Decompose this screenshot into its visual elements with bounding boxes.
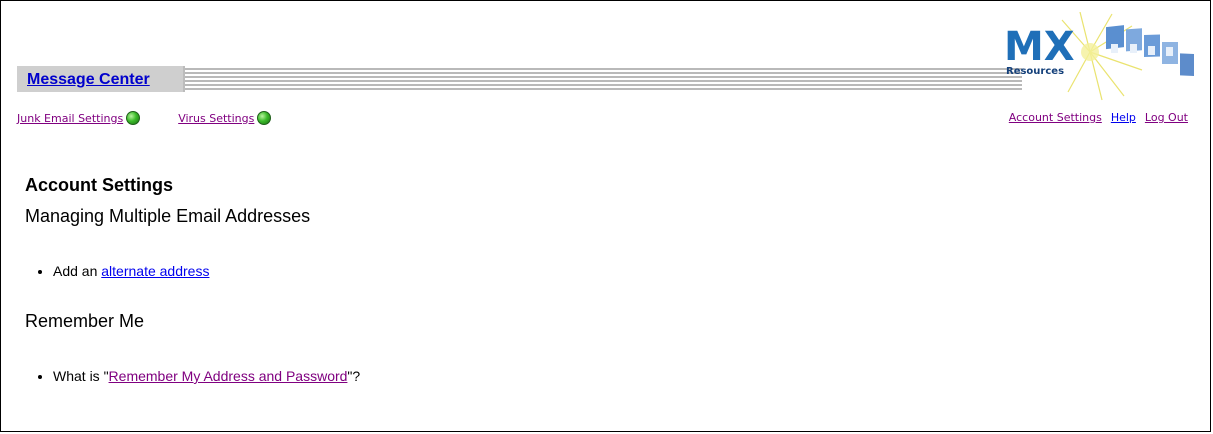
log-out-link[interactable]: Log Out bbox=[1145, 111, 1188, 124]
section-title-multiple-addresses: Managing Multiple Email Addresses bbox=[25, 206, 311, 226]
multiple-addresses-list: Add an alternate address bbox=[25, 263, 360, 279]
logo-mark: MX bbox=[1004, 24, 1075, 70]
help-link[interactable]: Help bbox=[1111, 111, 1136, 124]
section-title-remember-me: Remember Me bbox=[25, 311, 145, 331]
header-stripes bbox=[185, 66, 1022, 92]
logo-subtitle: Resources bbox=[1006, 66, 1064, 77]
nav-left: Junk Email Settings Virus Settings bbox=[17, 111, 272, 125]
virus-settings-link[interactable]: Virus Settings bbox=[178, 112, 254, 125]
header-band: Message Center bbox=[17, 66, 1022, 92]
page-title: Account Settings bbox=[25, 175, 174, 195]
junk-email-settings-link[interactable]: Junk Email Settings bbox=[17, 112, 123, 125]
mx-resources-logo: MX Resources bbox=[1002, 11, 1202, 102]
main-content: Account Settings Managing Multiple Email… bbox=[25, 175, 360, 384]
account-settings-link[interactable]: Account Settings bbox=[1009, 111, 1102, 124]
alternate-address-link[interactable]: alternate address bbox=[101, 263, 209, 279]
virus-status-icon bbox=[257, 111, 272, 125]
remember-address-password-link[interactable]: Remember My Address and Password bbox=[109, 368, 348, 384]
list-item: What is "Remember My Address and Passwor… bbox=[53, 368, 360, 384]
message-center-link[interactable]: Message Center bbox=[27, 71, 150, 89]
message-center-tab: Message Center bbox=[17, 66, 185, 92]
item-text: Add an bbox=[53, 263, 102, 279]
remember-me-list: What is "Remember My Address and Passwor… bbox=[25, 368, 360, 384]
item-text-suffix: "? bbox=[347, 368, 361, 384]
list-item: Add an alternate address bbox=[53, 263, 360, 279]
nav-right: Account Settings Help Log Out bbox=[1009, 111, 1188, 124]
junk-email-status-icon bbox=[126, 111, 141, 125]
item-text: What is " bbox=[53, 368, 109, 384]
